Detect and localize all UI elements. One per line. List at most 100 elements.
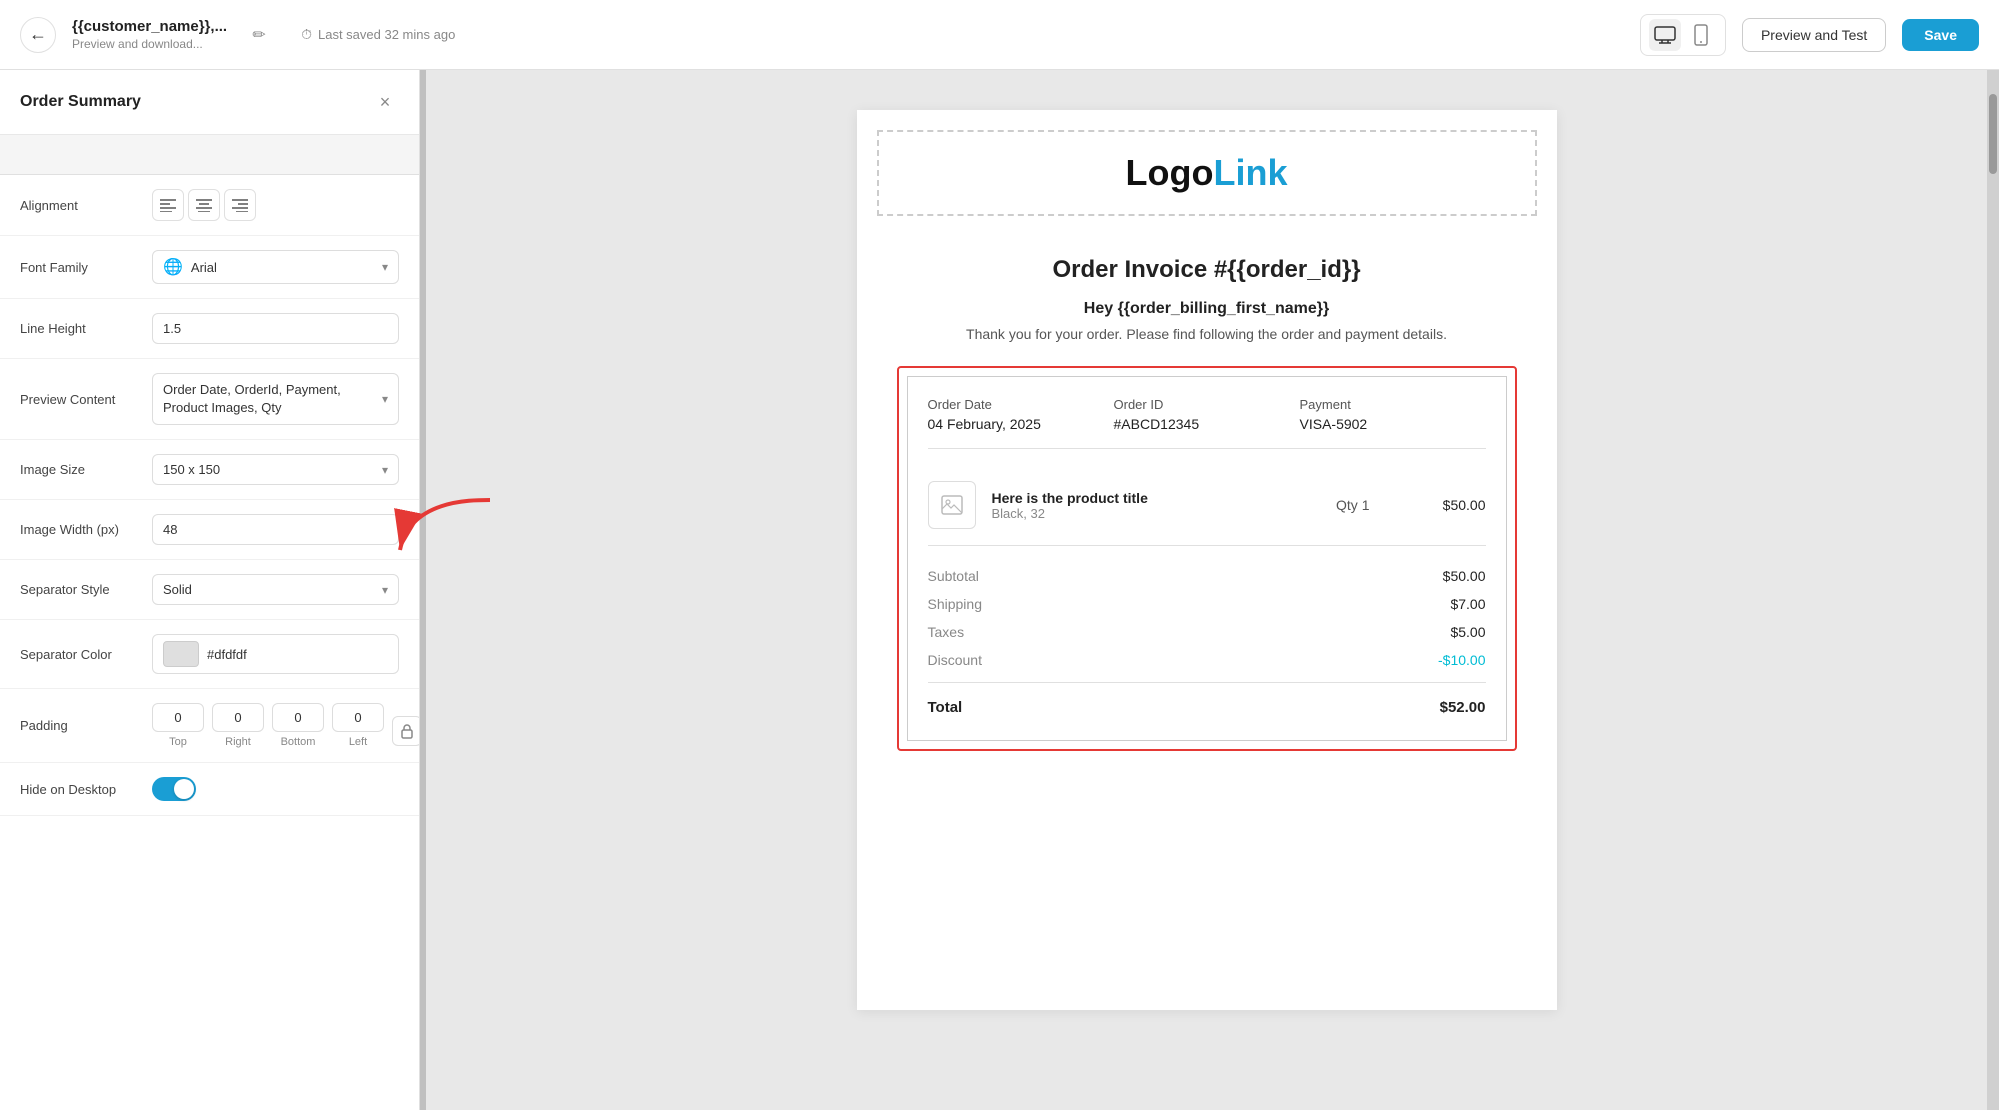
product-variant: Black, 32 [992, 506, 1321, 521]
order-payment-label: Payment [1300, 397, 1486, 412]
color-swatch [163, 641, 199, 667]
panel-scroll-indicator [0, 135, 419, 175]
color-hex-value: #dfdfdf [207, 647, 247, 662]
taxes-row: Taxes $5.00 [928, 618, 1486, 646]
discount-row: Discount -$10.00 [928, 646, 1486, 674]
padding-right-label: Right [225, 736, 251, 748]
desktop-icon [1654, 26, 1676, 44]
desktop-view-button[interactable] [1649, 19, 1681, 51]
align-center-button[interactable] [188, 189, 220, 221]
align-left-button[interactable] [152, 189, 184, 221]
padding-top-input[interactable]: 0 [152, 703, 204, 732]
font-family-value: Arial [191, 260, 374, 275]
email-content: Order Invoice #{{order_id}} Hey {{order_… [857, 236, 1557, 771]
save-button[interactable]: Save [1902, 19, 1979, 51]
line-height-control: 1.5 [152, 313, 399, 344]
mobile-view-button[interactable] [1685, 19, 1717, 51]
padding-bottom-input[interactable]: 0 [272, 703, 324, 732]
preview-content-value: Order Date, OrderId, Payment, Product Im… [163, 381, 382, 417]
preview-content-dropdown[interactable]: Order Date, OrderId, Payment, Product Im… [152, 373, 399, 425]
email-logo-area: LogoLink [877, 130, 1537, 216]
annotation-arrow [426, 490, 510, 575]
padding-row: Padding 0 Top 0 Right 0 Bottom [0, 689, 419, 763]
preview-content-row: Preview Content Order Date, OrderId, Pay… [0, 359, 419, 440]
canvas-area: LogoLink Order Invoice #{{order_id}} Hey… [426, 70, 1987, 1110]
font-family-label: Font Family [20, 260, 140, 275]
scrollbar-thumb [1989, 94, 1997, 174]
image-size-row: Image Size 150 x 150 ▾ [0, 440, 419, 500]
logo-blue-text: Link [1213, 152, 1287, 193]
padding-group: 0 Top 0 Right 0 Bottom 0 [152, 703, 419, 748]
product-qty: Qty 1 [1336, 497, 1369, 513]
order-summary-table: Order Date 04 February, 2025 Order ID #A… [897, 366, 1517, 751]
align-right-button[interactable] [224, 189, 256, 221]
alignment-group [152, 189, 256, 221]
separator-color-picker[interactable]: #dfdfdf [152, 634, 399, 674]
order-product-row: Here is the product title Black, 32 Qty … [928, 465, 1486, 546]
padding-bottom-label: Bottom [281, 736, 316, 748]
panel-close-button[interactable]: × [371, 88, 399, 116]
order-date-col: Order Date 04 February, 2025 [928, 397, 1114, 432]
alignment-control [152, 189, 399, 221]
main-layout: Order Summary × Alignment [0, 70, 1999, 1110]
panel-header: Order Summary × [0, 70, 419, 135]
chevron-down-icon: ▾ [382, 260, 388, 274]
separator-color-label: Separator Color [20, 647, 140, 662]
padding-right-input[interactable]: 0 [212, 703, 264, 732]
shipping-value: $7.00 [1450, 596, 1485, 612]
shipping-label: Shipping [928, 596, 983, 612]
alignment-row: Alignment [0, 175, 419, 236]
font-family-dropdown[interactable]: 🌐 Arial ▾ [152, 250, 399, 284]
clock-icon: ⏱ [301, 26, 312, 43]
chevron-down-icon-3: ▾ [382, 463, 388, 477]
order-table-inner: Order Date 04 February, 2025 Order ID #A… [907, 376, 1507, 741]
order-id-value: #ABCD12345 [1114, 416, 1300, 432]
taxes-label: Taxes [928, 624, 965, 640]
padding-top-field: 0 Top [152, 703, 204, 748]
close-icon: × [380, 92, 391, 113]
mobile-icon [1694, 24, 1708, 46]
lock-padding-button[interactable] [392, 716, 419, 746]
globe-icon: 🌐 [163, 257, 183, 277]
back-button[interactable]: ← [20, 17, 56, 53]
line-height-row: Line Height 1.5 [0, 299, 419, 359]
subtotal-value: $50.00 [1443, 568, 1486, 584]
preview-test-button[interactable]: Preview and Test [1742, 18, 1886, 52]
properties-panel: Order Summary × Alignment [0, 70, 420, 1110]
device-switcher [1640, 14, 1726, 56]
align-right-icon [232, 198, 248, 212]
panel-title: Order Summary [20, 93, 141, 111]
hide-desktop-toggle[interactable] [152, 777, 196, 801]
back-icon: ← [29, 24, 47, 45]
image-width-input[interactable]: 48 [152, 514, 399, 545]
order-id-col: Order ID #ABCD12345 [1114, 397, 1300, 432]
padding-left-input[interactable]: 0 [332, 703, 384, 732]
separator-color-row: Separator Color #dfdfdf [0, 620, 419, 689]
separator-style-value: Solid [163, 582, 192, 597]
image-size-value: 150 x 150 [163, 462, 220, 477]
order-date-value: 04 February, 2025 [928, 416, 1114, 432]
lock-icon [400, 723, 414, 739]
document-title: {{customer_name}},... Preview and downlo… [72, 18, 227, 51]
saved-text: Last saved 32 mins ago [318, 27, 455, 42]
title-main: {{customer_name}},... [72, 18, 227, 35]
toggle-track [152, 777, 196, 801]
font-family-control: 🌐 Arial ▾ [152, 250, 399, 284]
order-id-label: Order ID [1114, 397, 1300, 412]
shipping-row: Shipping $7.00 [928, 590, 1486, 618]
logo-black-text: LogoLink [1126, 152, 1288, 194]
right-scrollbar[interactable] [1987, 70, 1999, 1110]
edit-button[interactable]: ✏ [243, 19, 275, 51]
image-placeholder-icon [941, 495, 963, 515]
separator-style-dropdown[interactable]: Solid ▾ [152, 574, 399, 605]
line-height-input[interactable]: 1.5 [152, 313, 399, 344]
product-price: $50.00 [1426, 497, 1486, 513]
order-date-label: Order Date [928, 397, 1114, 412]
font-family-row: Font Family 🌐 Arial ▾ [0, 236, 419, 299]
separator-style-control: Solid ▾ [152, 574, 399, 605]
image-size-dropdown[interactable]: 150 x 150 ▾ [152, 454, 399, 485]
align-left-icon [160, 198, 176, 212]
discount-value: -$10.00 [1438, 652, 1485, 668]
padding-label: Padding [20, 718, 140, 733]
grand-total-value: $52.00 [1440, 699, 1486, 716]
